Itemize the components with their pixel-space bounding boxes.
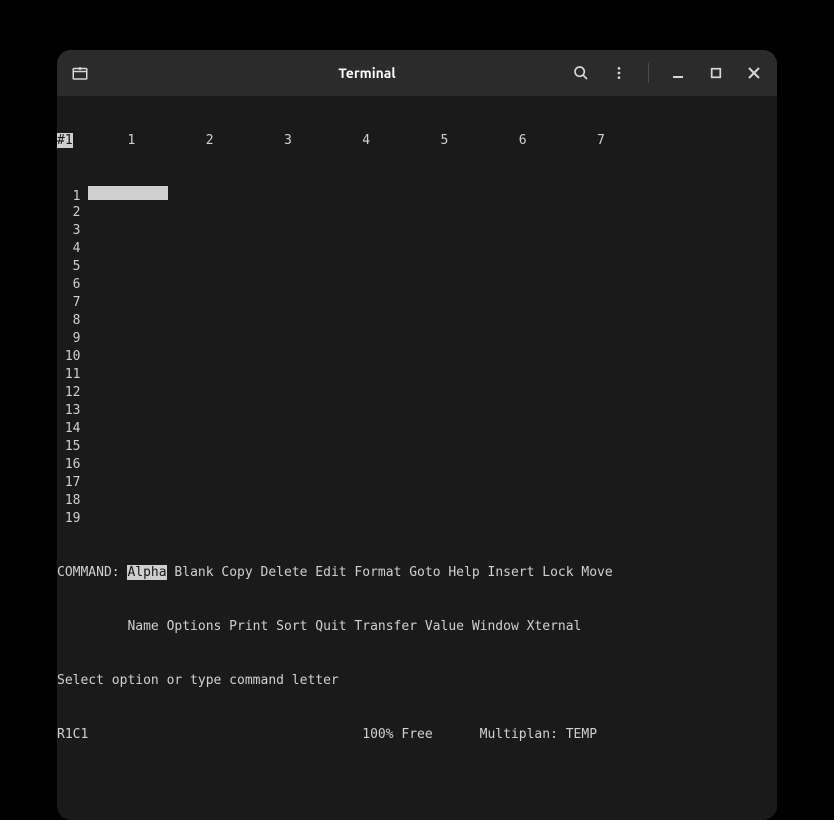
row-18: 18 — [57, 492, 777, 510]
prompt-line: Select option or type command letter — [57, 672, 777, 690]
row-9: 9 — [57, 330, 777, 348]
column-header-row: #1 1 2 3 4 5 6 7 — [57, 132, 777, 150]
row-10: 10 — [57, 348, 777, 366]
row-15: 15 — [57, 438, 777, 456]
separator — [648, 63, 649, 83]
row-19: 19 — [57, 510, 777, 528]
row-5: 5 — [57, 258, 777, 276]
row-6: 6 — [57, 276, 777, 294]
menu-icon[interactable] — [610, 64, 628, 82]
row-4: 4 — [57, 240, 777, 258]
row-8: 8 — [57, 312, 777, 330]
terminal-content[interactable]: #1 1 2 3 4 5 6 7 1 2 3 4 5 6 7 8 9 10 11… — [57, 96, 777, 820]
titlebar: Terminal — [57, 50, 777, 96]
status-line: R1C1 100% Free Multiplan: TEMP — [57, 726, 777, 744]
sheet-marker: #1 — [57, 133, 73, 148]
minimize-icon[interactable] — [669, 64, 687, 82]
command-rest-1: Blank Copy Delete Edit Format Goto Help … — [167, 565, 613, 580]
row-14: 14 — [57, 420, 777, 438]
terminal-window: Terminal — [57, 50, 777, 820]
command-label: COMMAND: — [57, 565, 127, 580]
maximize-icon[interactable] — [707, 64, 725, 82]
row-16: 16 — [57, 456, 777, 474]
col-headers: 1 2 3 4 5 6 7 — [73, 133, 605, 148]
row-7: 7 — [57, 294, 777, 312]
row-3: 3 — [57, 222, 777, 240]
row-11: 11 — [57, 366, 777, 384]
window-title: Terminal — [171, 65, 563, 81]
row-17: 17 — [57, 474, 777, 492]
command-selected[interactable]: Alpha — [127, 565, 166, 580]
search-icon[interactable] — [572, 64, 590, 82]
row-1: 1 — [57, 186, 777, 204]
row-13: 13 — [57, 402, 777, 420]
command-line-2: Name Options Print Sort Quit Transfer Va… — [57, 618, 777, 636]
active-cell[interactable] — [88, 186, 168, 200]
row-12: 12 — [57, 384, 777, 402]
close-icon[interactable] — [745, 64, 763, 82]
command-line-1: COMMAND: Alpha Blank Copy Delete Edit Fo… — [57, 564, 777, 582]
row-2: 2 — [57, 204, 777, 222]
new-tab-icon[interactable] — [71, 64, 89, 82]
